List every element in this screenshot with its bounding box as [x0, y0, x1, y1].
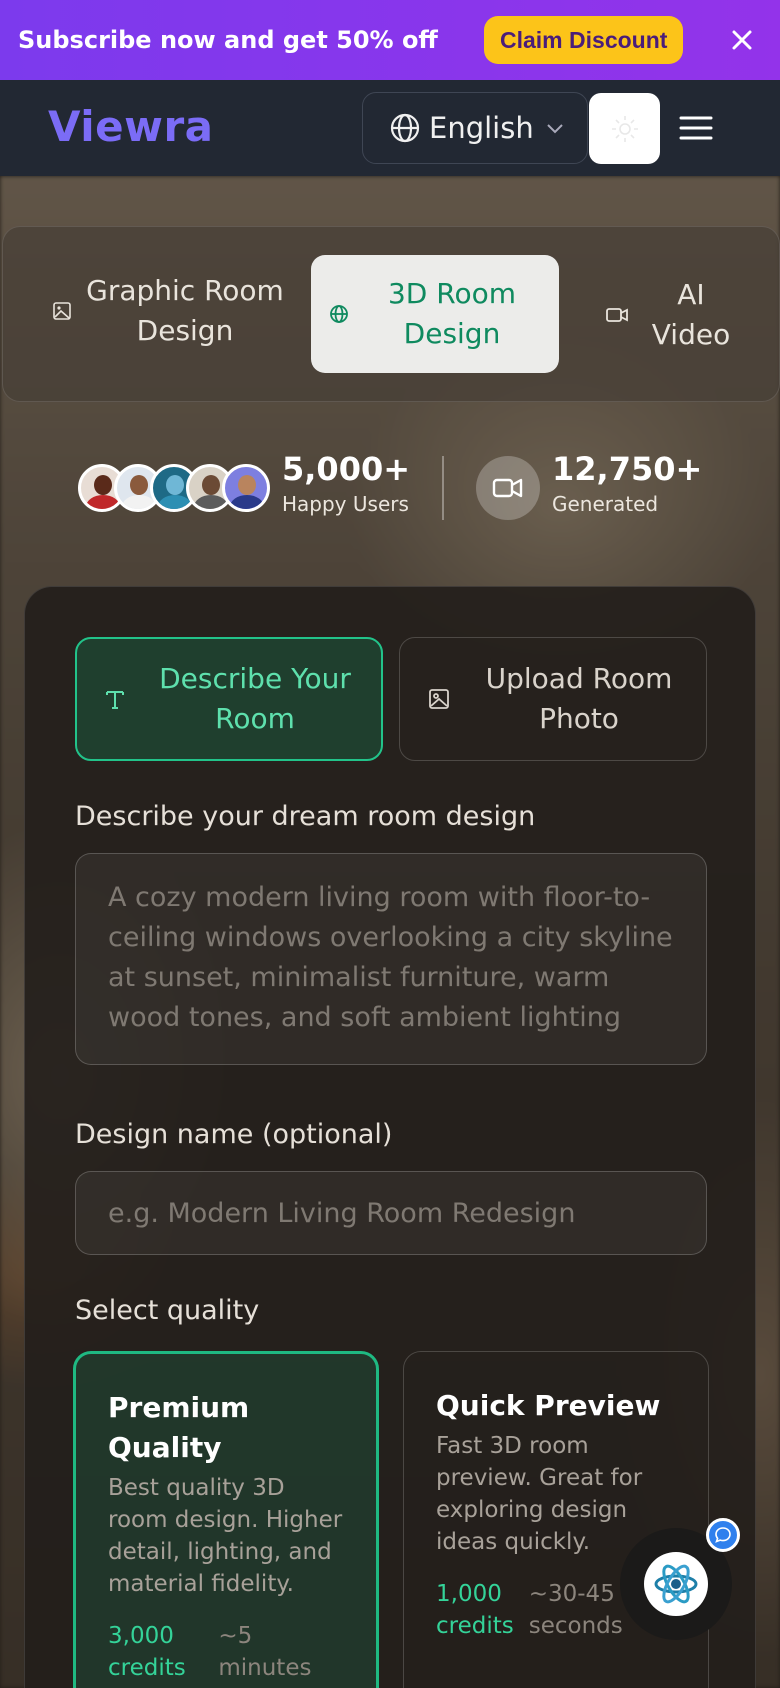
description-label: Describe your dream room design [75, 801, 536, 832]
video-icon [492, 478, 523, 498]
claim-discount-button[interactable]: Claim Discount [484, 16, 684, 64]
globe-icon [330, 305, 348, 323]
quality-description: Best quality 3D room design. Higher deta… [108, 1475, 343, 1597]
generated-label: Generated [552, 492, 659, 516]
video-icon [606, 308, 628, 322]
logo[interactable]: Viewra [48, 102, 214, 151]
design-name-input[interactable]: e.g. Modern Living Room Redesign [75, 1171, 707, 1255]
quality-time: ~5 minutes [218, 1623, 312, 1681]
close-icon[interactable] [726, 24, 758, 56]
quality-description: Fast 3D room preview. Great for explorin… [436, 1433, 643, 1555]
chevron-down-icon [547, 124, 563, 134]
assistant-logo [644, 1552, 708, 1616]
happy-users-count: 5,000+ [282, 450, 411, 488]
quality-credits: 1,000 credits [436, 1581, 514, 1639]
tab-3d-room-design[interactable]: 3D Room Design [311, 255, 559, 373]
chat-bubble-icon[interactable] [706, 1518, 740, 1552]
message-icon [715, 1527, 731, 1543]
language-label: English [429, 111, 534, 145]
design-form-card: Describe Your Room Upload Room Photo Des… [24, 586, 756, 1688]
quality-label: Select quality [75, 1295, 260, 1326]
design-name-label: Design name (optional) [75, 1119, 393, 1150]
room-description-input[interactable]: A cozy modern living room with floor-to-… [75, 853, 707, 1065]
globe-icon [390, 113, 420, 143]
atom-icon [654, 1564, 698, 1604]
tab-label: AI Video [651, 278, 731, 351]
quality-meta: 3,000 credits ~5 minutes [108, 1620, 344, 1684]
describe-room-button[interactable]: Describe Your Room [75, 637, 383, 761]
video-icon-badge [476, 456, 540, 520]
promo-banner: Subscribe now and get 50% off Claim Disc… [0, 0, 780, 80]
design-type-tabs: Graphic Room Design 3D Room Design AI Vi… [2, 226, 780, 402]
upload-room-photo-button[interactable]: Upload Room Photo [399, 637, 707, 761]
menu-icon[interactable] [678, 112, 714, 144]
generated-count: 12,750+ [552, 450, 703, 488]
mode-label: Upload Room Photo [485, 662, 673, 735]
mode-label: Describe Your Room [159, 662, 351, 735]
happy-users-label: Happy Users [282, 492, 409, 516]
avatar [222, 464, 270, 512]
text-icon [106, 691, 124, 709]
top-nav: Viewra English [0, 80, 780, 176]
tab-graphic-room-design[interactable]: Graphic Room Design [51, 247, 291, 375]
language-selector[interactable]: English [362, 92, 588, 164]
quality-credits: 3,000 credits [108, 1623, 186, 1681]
theme-toggle-button[interactable] [589, 93, 660, 164]
user-avatars [78, 464, 270, 512]
quality-title: Quick Preview [436, 1389, 661, 1422]
quality-title: Premium Quality [108, 1391, 250, 1464]
tab-ai-video[interactable]: AI Video [605, 257, 780, 373]
image-icon [429, 689, 449, 709]
sun-icon [611, 115, 638, 142]
image-icon [53, 302, 71, 320]
promo-text: Subscribe now and get 50% off [18, 26, 438, 54]
quality-option-premium[interactable]: Premium Quality Best quality 3D room des… [73, 1351, 379, 1688]
stats-divider [442, 456, 444, 520]
tab-label: Graphic Room Design [86, 274, 284, 347]
tab-label: 3D Room Design [387, 277, 516, 350]
